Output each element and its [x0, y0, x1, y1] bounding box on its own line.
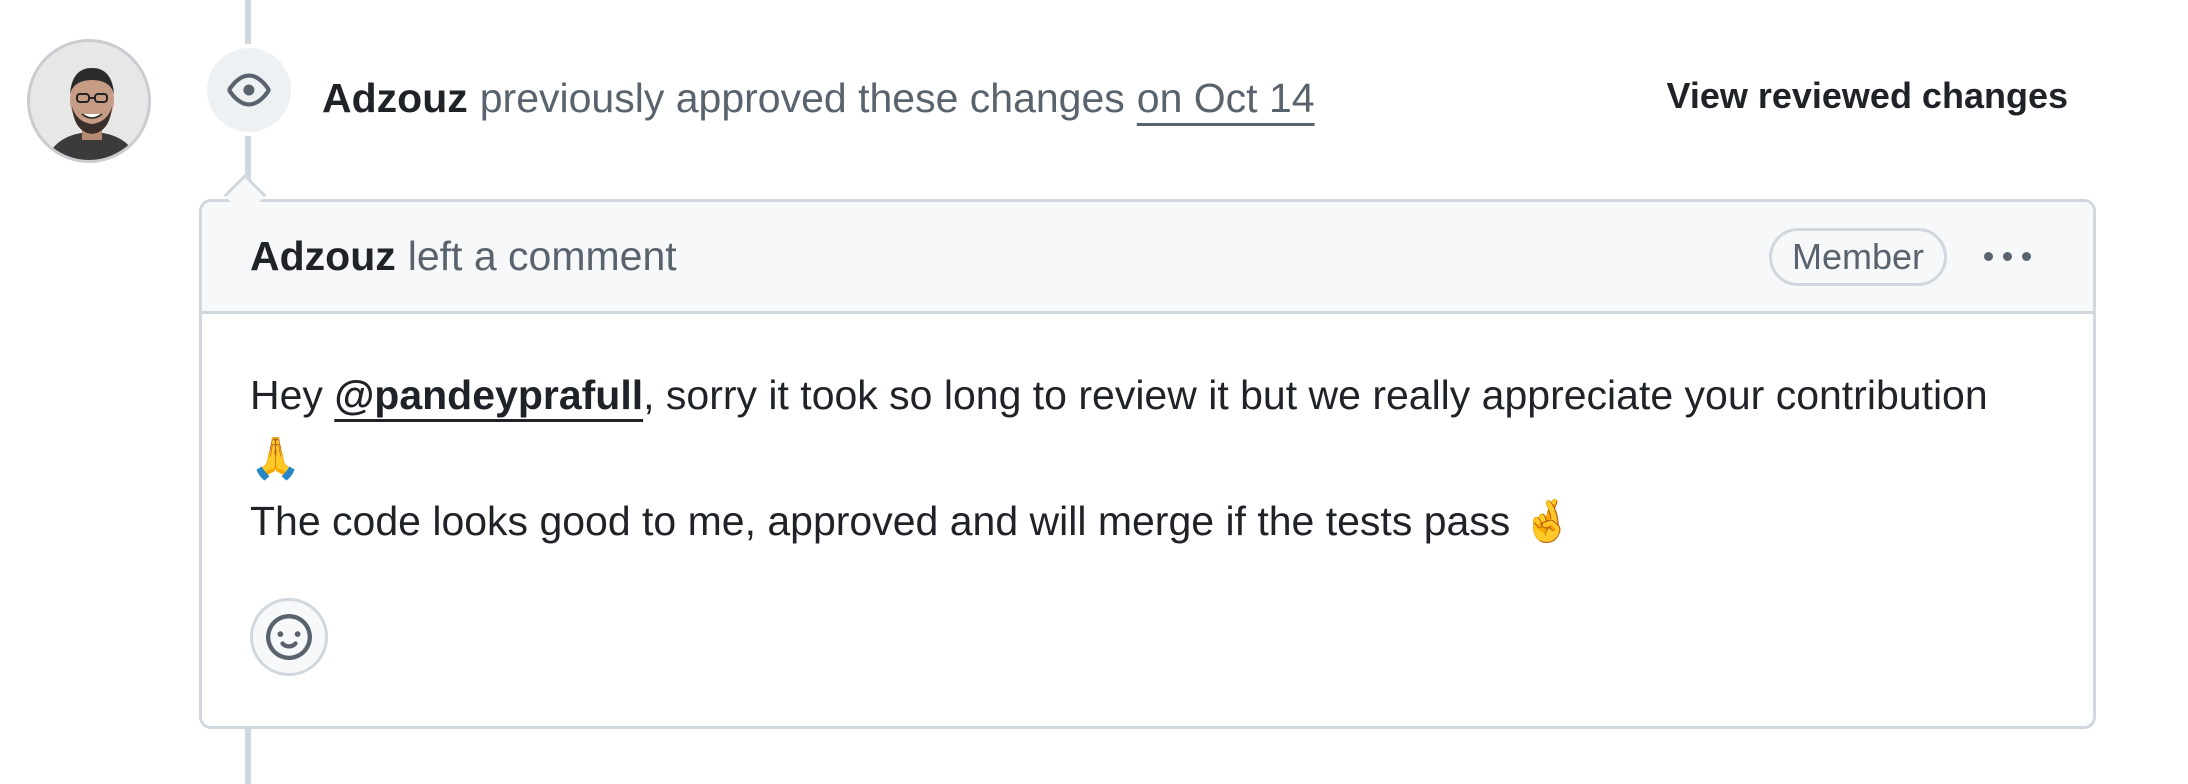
view-reviewed-changes-link[interactable]: View reviewed changes — [1666, 75, 2068, 117]
kebab-horizontal-icon[interactable] — [1977, 236, 2037, 276]
event-author[interactable]: Adzouz — [322, 75, 468, 122]
comment-header: Adzouz left a comment Member — [202, 202, 2093, 314]
comment-body: Hey @pandeyprafull, sorry it took so lon… — [202, 314, 2093, 553]
event-date-link[interactable]: on Oct 14 — [1137, 75, 1315, 122]
mention-link[interactable]: @pandeyprafull — [334, 372, 643, 418]
body-line1: , sorry it took so long to review it but… — [643, 372, 1988, 418]
comment-action: left a comment — [407, 233, 677, 279]
review-event: Adzouz previously approved these changes… — [322, 70, 1315, 126]
smiley-icon — [266, 614, 312, 660]
folded-hands-emoji: 🙏 — [250, 435, 302, 481]
avatar[interactable] — [27, 39, 151, 163]
role-badge: Member — [1768, 228, 1947, 286]
event-action: previously approved these changes — [479, 74, 1125, 121]
body-line2: The code looks good to me, approved and … — [250, 498, 1522, 544]
event-badge — [207, 48, 291, 132]
comment-author[interactable]: Adzouz — [250, 233, 396, 280]
add-reaction-button[interactable] — [250, 598, 328, 676]
comment-box: Adzouz left a comment Member Hey @pandey… — [199, 199, 2096, 729]
body-greeting: Hey — [250, 372, 335, 418]
crossed-fingers-emoji: 🤞 — [1521, 498, 1573, 544]
avatar-photo — [30, 42, 148, 160]
eye-icon — [227, 73, 271, 107]
